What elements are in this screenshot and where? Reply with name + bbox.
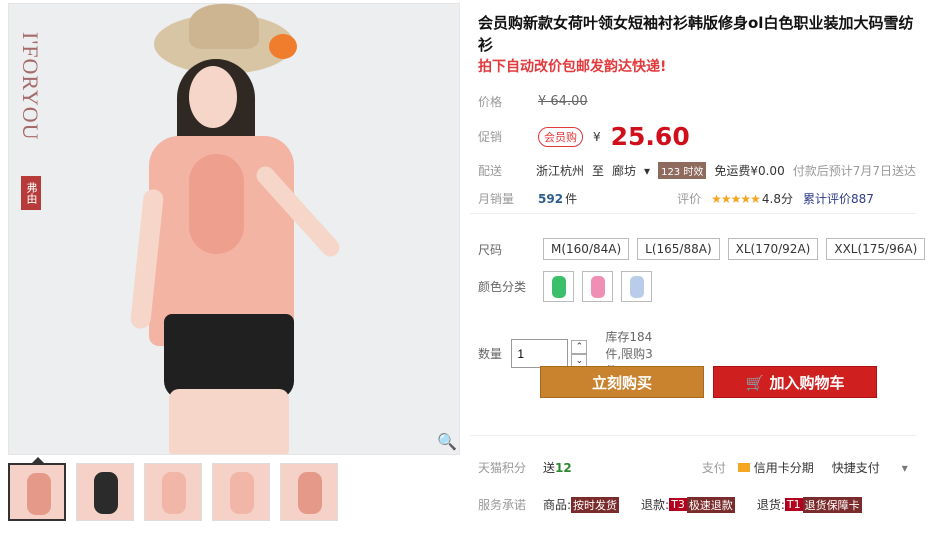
service-section: 天猫积分 送 12 支付 信用卡分期 快捷支付 ▾ 服务承诺 商品: 按时发货 … (470, 435, 916, 535)
delivery-from: 浙江杭州 (536, 164, 585, 178)
currency-symbol: ¥ (593, 129, 601, 144)
delivery-label: 配送 (478, 164, 503, 178)
thumbnail-3[interactable] (144, 463, 202, 521)
add-to-cart-button[interactable]: 🛒 加入购物车 (713, 366, 877, 398)
size-option[interactable]: L(165/88A) (637, 238, 720, 260)
thumbnail-5[interactable] (280, 463, 338, 521)
promo-label: 促销 (478, 130, 503, 144)
chevron-down-icon[interactable]: ▾ (644, 164, 650, 178)
shipping-fee: 免运费¥0.00 (714, 164, 785, 178)
product-title: 会员购新款女荷叶领女短袖衬衫韩版修身ol白色职业装加大码雪纺衫 (478, 14, 914, 54)
return-prefix: 退货: (756, 498, 785, 512)
monthly-sales-label: 月销量 (478, 192, 515, 206)
delivery-eta: 付款后预计7月7日送达 (792, 164, 916, 178)
model-illustration (119, 4, 379, 454)
goods-prefix: 商品: (543, 498, 572, 512)
add-to-cart-label: 加入购物车 (769, 374, 845, 392)
quick-pay[interactable]: 快捷支付 (832, 459, 880, 476)
rating-label: 评价 (677, 192, 702, 206)
cart-icon: 🛒 (745, 374, 765, 392)
credit-card-icon (737, 463, 750, 472)
tmall-points-label: 天猫积分 (478, 461, 527, 475)
thumbnail-4[interactable] (212, 463, 270, 521)
sales-count: 592 (538, 191, 564, 206)
main-product-image[interactable]: I'FORYOU 弗由 🔍 (8, 3, 460, 455)
zoom-icon[interactable]: 🔍 (437, 432, 457, 451)
star-rating: ★★★★★ (711, 191, 761, 206)
timely-badge: 123 时效 (658, 162, 707, 179)
price-box: 价格 ¥ 64.00 促销 会员购 ¥ 25.60 配送 浙江杭州 至 廊坊 ▾… (470, 84, 916, 214)
color-label: 颜色分类 (478, 280, 527, 294)
return-tag: T1 (784, 498, 803, 511)
thumbnail-1[interactable] (8, 457, 66, 521)
delivery-to-word: 至 (592, 164, 605, 178)
payment-dropdown-icon[interactable]: ▾ (902, 461, 908, 475)
current-price: 25.60 (610, 122, 690, 151)
credit-card-item[interactable]: 信用卡分期 (737, 459, 814, 476)
on-time-badge[interactable]: 按时发货 (571, 496, 620, 513)
quantity-input[interactable] (511, 339, 569, 368)
refund-prefix: 退款: (641, 498, 670, 512)
thumbnail-list (8, 457, 338, 521)
delivery-destination[interactable]: 廊坊 (612, 162, 636, 179)
rating-score: 4.8分 (761, 192, 793, 206)
fast-refund-badge[interactable]: 极速退款 (686, 496, 735, 513)
quantity-label: 数量 (478, 347, 503, 361)
points-prefix: 送 (543, 461, 556, 475)
thumbnail-2[interactable] (76, 463, 134, 521)
buy-now-button[interactable]: 立刻购买 (540, 366, 704, 398)
brand-chinese-label: 弗由 (21, 176, 41, 210)
payment-label: 支付 (701, 461, 726, 475)
price-label: 价格 (478, 95, 503, 109)
quantity-stepper: ⌃ ⌄ (571, 339, 588, 368)
size-option[interactable]: XL(170/92A) (727, 238, 819, 260)
credit-installment-text: 信用卡分期 (753, 461, 814, 475)
service-label: 服务承诺 (478, 498, 527, 512)
sales-unit: 件 (565, 192, 578, 206)
member-tag: 会员购 (538, 126, 583, 147)
old-price: ¥ 64.00 (538, 94, 588, 109)
quantity-up-button[interactable]: ⌃ (571, 339, 588, 354)
product-subtitle: 拍下自动改价包邮发韵达快递! (478, 59, 667, 75)
size-option[interactable]: XXL(175/96A) (826, 238, 926, 260)
brand-logo: I'FORYOU (18, 32, 43, 141)
color-option-blue[interactable] (621, 271, 652, 302)
color-option-pink[interactable] (582, 271, 613, 302)
review-count-link[interactable]: 累计评价887 (803, 190, 874, 207)
size-label: 尺码 (478, 242, 503, 257)
color-option-green[interactable] (543, 271, 574, 302)
product-info-panel: 会员购新款女荷叶领女短袖衬衫韩版修身ol白色职业装加大码雪纺衫 拍下自动改价包邮… (470, 12, 926, 513)
size-option[interactable]: M(160/84A) (543, 238, 630, 260)
return-card-badge[interactable]: 退货保障卡 (802, 496, 862, 513)
refund-tag: T3 (669, 498, 687, 511)
points-value: 12 (555, 460, 572, 475)
